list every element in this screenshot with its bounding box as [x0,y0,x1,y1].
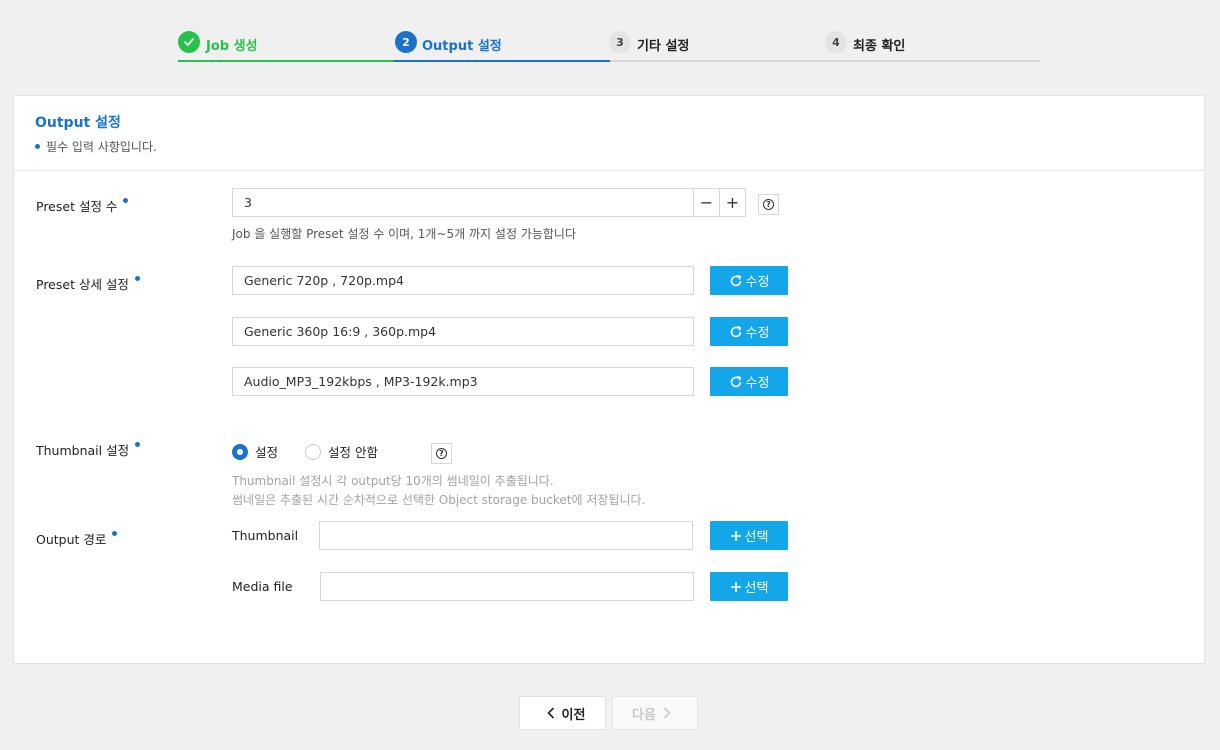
preset-field[interactable]: Generic 720p , 720p.mp4 [232,266,694,295]
radio-unchecked-icon [305,443,321,460]
preset-count-label-text: Preset 설정 수 [36,199,118,214]
output-path-label: Output 경로 [36,529,118,548]
edit-button-label: 수정 [745,376,770,391]
output-settings-panel: Output 설정 필수 입력 사항입니다. Preset 설정 수 3 − +… [13,95,1205,664]
required-dot-icon [135,442,141,447]
radio-label: 설정 안함 [328,445,378,460]
increment-button[interactable]: + [719,188,746,217]
step-output-settings[interactable]: 2 Output 설정 [394,28,610,63]
preset-detail-label: Preset 상세 설정 [36,274,140,293]
thumbnail-hint-1: Thumbnail 설정시 각 output당 10개의 썸네일이 추출됩니다. [232,474,554,488]
progress-stepper: Job 생성 2 Output 설정 3 기타 설정 4 최종 확인 [178,28,1040,63]
step-other-settings[interactable]: 3 기타 설정 [609,28,825,63]
thumbnail-path-input[interactable] [319,521,693,550]
preset-detail-label-text: Preset 상세 설정 [36,277,129,292]
radio-label: 설정 [255,445,279,460]
next-button[interactable]: 다음 [612,696,698,730]
step-label: Job 생성 [206,39,258,54]
required-dot-icon [112,531,118,536]
select-media-path-button[interactable]: 선택 [710,572,788,601]
output-path-label-text: Output 경로 [36,532,107,547]
step-label: 최종 확인 [853,39,906,54]
help-icon[interactable]: ? [758,194,779,215]
edit-preset-button[interactable]: 수정 [710,317,788,346]
thumbnail-setting-label: Thumbnail 설정 [36,440,141,459]
select-button-label: 선택 [744,530,769,545]
thumbnail-on-radio[interactable]: 설정 [232,442,278,461]
select-thumbnail-path-button[interactable]: 선택 [710,521,788,550]
refresh-icon [730,325,741,337]
select-button-label: 선택 [744,581,769,596]
step-label: 기타 설정 [637,39,690,54]
chevron-left-icon [546,707,554,719]
step-number: 2 [395,31,417,53]
step-final-confirm[interactable]: 4 최종 확인 [825,28,1041,63]
prev-button-label: 이전 [561,707,586,723]
step-bar [394,60,610,62]
refresh-icon [730,375,741,387]
step-label: Output 설정 [422,39,502,54]
plus-icon [730,530,741,541]
thumbnail-hint-2: 썸네일은 추출된 시간 순차적으로 선택한 Object storage buc… [232,493,646,507]
preset-count-input[interactable]: 3 [232,188,694,217]
thumbnail-off-radio[interactable]: 설정 안함 [305,442,378,461]
required-note-text: 필수 입력 사항입니다. [46,140,157,154]
media-path-label: Media file [232,579,293,594]
edit-button-label: 수정 [745,275,770,290]
preset-field[interactable]: Generic 360p 16:9 , 360p.mp4 [232,317,694,346]
check-icon [178,31,200,53]
thumbnail-path-label: Thumbnail [232,528,299,543]
required-dot-icon [35,144,40,149]
chevron-right-icon [663,707,671,719]
next-button-label: 다음 [632,707,656,723]
edit-button-label: 수정 [745,326,770,341]
edit-preset-button[interactable]: 수정 [710,266,788,295]
required-note: 필수 입력 사항입니다. [35,138,1204,155]
step-number: 4 [825,31,847,53]
step-number: 3 [609,31,631,53]
panel-title: Output 설정 [35,115,121,131]
thumbnail-setting-label-text: Thumbnail 설정 [36,443,130,458]
preset-count-label: Preset 설정 수 [36,196,129,215]
required-dot-icon [134,276,140,281]
decrement-button[interactable]: − [693,188,720,217]
step-bar [178,60,394,62]
prev-button[interactable]: 이전 [519,696,606,730]
refresh-icon [730,274,741,286]
radio-checked-icon [232,443,248,460]
preset-count-hint: Job 을 실행할 Preset 설정 수 이며, 1개~5개 까지 설정 가능… [232,227,577,241]
panel-header: Output 설정 필수 입력 사항입니다. [14,96,1204,171]
help-icon[interactable]: ? [431,443,452,464]
preset-field[interactable]: Audio_MP3_192kbps , MP3-192k.mp3 [232,367,694,396]
required-dot-icon [123,198,129,203]
edit-preset-button[interactable]: 수정 [710,367,788,396]
media-path-input[interactable] [320,572,694,601]
step-job-create[interactable]: Job 생성 [178,28,394,63]
plus-icon [730,581,741,592]
